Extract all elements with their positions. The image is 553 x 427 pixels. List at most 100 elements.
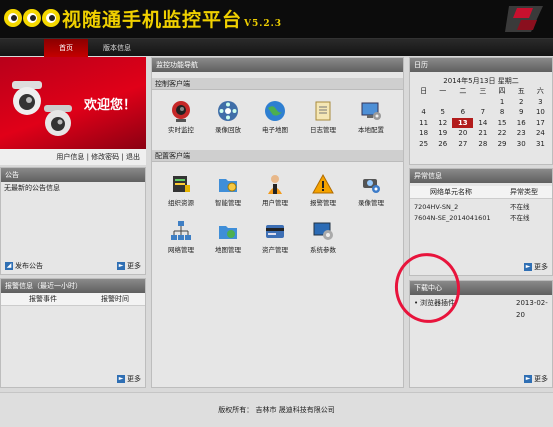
calendar-day[interactable]: 23	[512, 128, 531, 139]
calendar-day[interactable]: 9	[512, 107, 531, 118]
calendar-day[interactable]: 4	[414, 107, 433, 118]
calendar-day[interactable]: 1	[492, 97, 511, 108]
calendar-day[interactable]: 15	[492, 118, 511, 129]
tile-label: 电子地图	[262, 126, 288, 134]
nav-bar: 首页 版本信息	[0, 38, 553, 57]
tile-org-resources[interactable]: 组织资源	[158, 173, 204, 207]
calendar-weekday: 三	[479, 87, 487, 96]
camera-gear-icon	[363, 179, 380, 193]
calendar-day[interactable]: 19	[433, 128, 452, 139]
calendar-day[interactable]: 18	[414, 128, 433, 139]
webcam-icon	[172, 101, 190, 122]
tile-label: 资产管理	[262, 246, 288, 254]
calendar-day[interactable]: 26	[433, 139, 452, 150]
tile-asset-management[interactable]: 资产管理	[252, 220, 298, 254]
calendar-day[interactable]: 24	[531, 128, 550, 139]
calendar-day[interactable]: 17	[531, 118, 550, 129]
nav-tab-version-info[interactable]: 版本信息	[92, 39, 142, 57]
user-links[interactable]: 用户信息 | 修改密码 | 退出	[0, 149, 146, 165]
tile-label: 实时监控	[168, 126, 194, 134]
calendar-day[interactable]: 16	[512, 118, 531, 129]
tile-label: 组织资源	[168, 199, 194, 207]
table-row[interactable]: 7604N-SE_2014041601 不在线	[414, 213, 550, 224]
tile-playback[interactable]: 录像回放	[205, 100, 251, 134]
alarm-col-time: 报警时间	[101, 295, 129, 303]
calendar-day[interactable]: 20	[452, 128, 473, 139]
welcome-banner: 欢迎您！	[0, 57, 146, 149]
download-more-link[interactable]: ► 更多	[524, 374, 548, 384]
calendar-day[interactable]: 11	[414, 118, 433, 129]
tile-log-management[interactable]: 日志管理	[300, 100, 346, 134]
monitor-settings-icon	[361, 102, 381, 120]
tile-live-monitor[interactable]: 实时监控	[158, 100, 204, 134]
app-title-text: 视随通手机监控平台	[62, 9, 243, 31]
calendar-day[interactable]: 14	[473, 118, 492, 129]
calendar-day[interactable]: 12	[433, 118, 452, 129]
table-row[interactable]: 7204HV-SN_2 不在线	[414, 202, 550, 213]
calendar-day[interactable]: 2	[512, 97, 531, 108]
calendar-week-row: 4 5 6 7 8 9 10	[414, 107, 550, 118]
calendar-day[interactable]: 29	[492, 139, 511, 150]
calendar-grid: 日一二三四五六 1 2 3 4 5 6 7 8 9 10 11 12 13 14 15 16 17 18 19 20 21…	[414, 86, 550, 149]
calendar-panel: 日历 2014年5月13日 星期二 日一二三四五六 1 2 3 4 5 6 7 8 9 10 11 12…	[409, 57, 553, 165]
calendar-day[interactable]: 3	[531, 97, 550, 108]
calendar-day[interactable]: 27	[452, 139, 473, 150]
tile-label: 网络管理	[168, 246, 194, 254]
download-more-label: 更多	[534, 375, 548, 383]
calendar-week-row: 18 19 20 21 22 23 24	[414, 128, 550, 139]
calendar-day[interactable]: 6	[452, 107, 473, 118]
config-client-header: 配置客户端	[152, 150, 403, 162]
calendar-day[interactable]: 22	[492, 128, 511, 139]
function-nav-panel: 监控功能导航 控制客户端 实时监控 录像回放 电子地图 日志管理 本地配置 配置…	[151, 57, 404, 388]
tile-label: 用户管理	[262, 199, 288, 207]
user-icon	[268, 175, 282, 194]
card-icon	[266, 225, 284, 238]
monitor-gear-icon	[313, 222, 333, 240]
function-nav-title: 监控功能导航	[152, 58, 403, 72]
calendar-day	[452, 97, 473, 108]
calendar-day[interactable]: 21	[473, 128, 492, 139]
tile-alarm-management[interactable]: 报警管理	[300, 173, 346, 207]
film-reel-icon	[218, 101, 238, 121]
calendar-day[interactable]: 5	[433, 107, 452, 118]
abnormal-col-type: 异常类型	[510, 188, 538, 196]
server-rack-icon	[173, 176, 190, 192]
alarm-title: 报警信息（最近一小时）	[1, 279, 145, 293]
calendar-day	[473, 97, 492, 108]
tile-e-map[interactable]: 电子地图	[252, 100, 298, 134]
calendar-day[interactable]: 31	[531, 139, 550, 150]
download-item-date: 2013-02-20	[516, 299, 548, 319]
tile-network-management[interactable]: 网络管理	[158, 220, 204, 254]
tile-recording-management[interactable]: 录像管理	[348, 173, 394, 207]
calendar-week-row: 123	[414, 97, 550, 108]
publish-arrow-icon: ◢	[5, 262, 13, 270]
network-icon	[171, 221, 191, 240]
tile-user-management[interactable]: 用户管理	[252, 173, 298, 207]
calendar-day[interactable]: 28	[473, 139, 492, 150]
calendar-title: 日历	[410, 58, 552, 72]
publish-notice-link[interactable]: ◢ 发布公告	[5, 261, 43, 271]
tile-local-config[interactable]: 本地配置	[348, 100, 394, 134]
tile-system-params[interactable]: 系统参数	[300, 220, 346, 254]
abnormal-more-link[interactable]: ► 更多	[524, 262, 548, 272]
calendar-day[interactable]: 8	[492, 107, 511, 118]
calendar-day[interactable]: 10	[531, 107, 550, 118]
tile-label: 智能管理	[215, 199, 241, 207]
alarm-more-link[interactable]: ► 更多	[117, 374, 141, 384]
alarm-column-header: 报警事件 报警时间	[1, 293, 145, 306]
notice-more-label: 更多	[127, 262, 141, 270]
tile-map-management[interactable]: 地图管理	[205, 220, 251, 254]
alarm-col-event: 报警事件	[29, 295, 57, 303]
abnormal-list: 7204HV-SN_2 不在线 7604N-SE_2014041601 不在线	[414, 202, 550, 224]
calendar-day[interactable]: 30	[512, 139, 531, 150]
notice-panel: 公告 无最新的公告信息 ◢ 发布公告 ► 更多	[0, 167, 146, 275]
notice-more-link[interactable]: ► 更多	[117, 261, 141, 271]
calendar-day[interactable]: 13	[452, 117, 474, 128]
nav-tab-home[interactable]: 首页	[44, 39, 88, 57]
arrow-right-icon: ►	[117, 262, 125, 270]
notice-title: 公告	[1, 168, 145, 182]
calendar-day[interactable]: 7	[473, 107, 492, 118]
tile-smart-management[interactable]: 智能管理	[205, 173, 251, 207]
warning-icon	[312, 173, 334, 194]
calendar-day[interactable]: 25	[414, 139, 433, 150]
